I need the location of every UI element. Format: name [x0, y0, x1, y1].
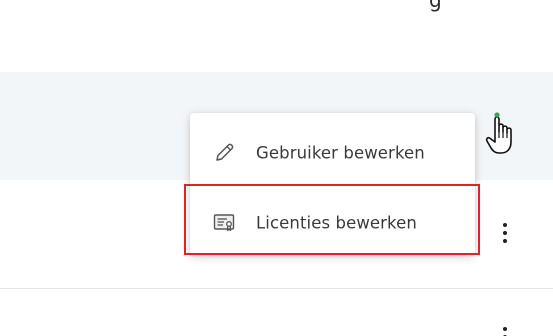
- menu-item-label: Gebruiker bewerken: [256, 143, 425, 163]
- menu-item-label: Licenties bewerken: [256, 213, 417, 233]
- user-actions-menu: Gebruiker bewerken Licenties bewerken: [190, 113, 475, 255]
- more-options-icon[interactable]: [493, 218, 517, 248]
- more-options-icon[interactable]: [493, 322, 517, 336]
- pencil-icon: [216, 143, 234, 161]
- menu-item-edit-user[interactable]: Gebruiker bewerken: [190, 121, 475, 185]
- hand-pointer-cursor-icon: [485, 112, 512, 154]
- menu-item-edit-licenses[interactable]: Licenties bewerken: [190, 191, 475, 255]
- certificate-icon: [213, 214, 235, 232]
- user-table-screen: g Gebruiker bewerken Licenties bewerken: [0, 0, 553, 336]
- clipped-heading-fragment: g: [429, 0, 442, 12]
- row-divider: [0, 288, 553, 289]
